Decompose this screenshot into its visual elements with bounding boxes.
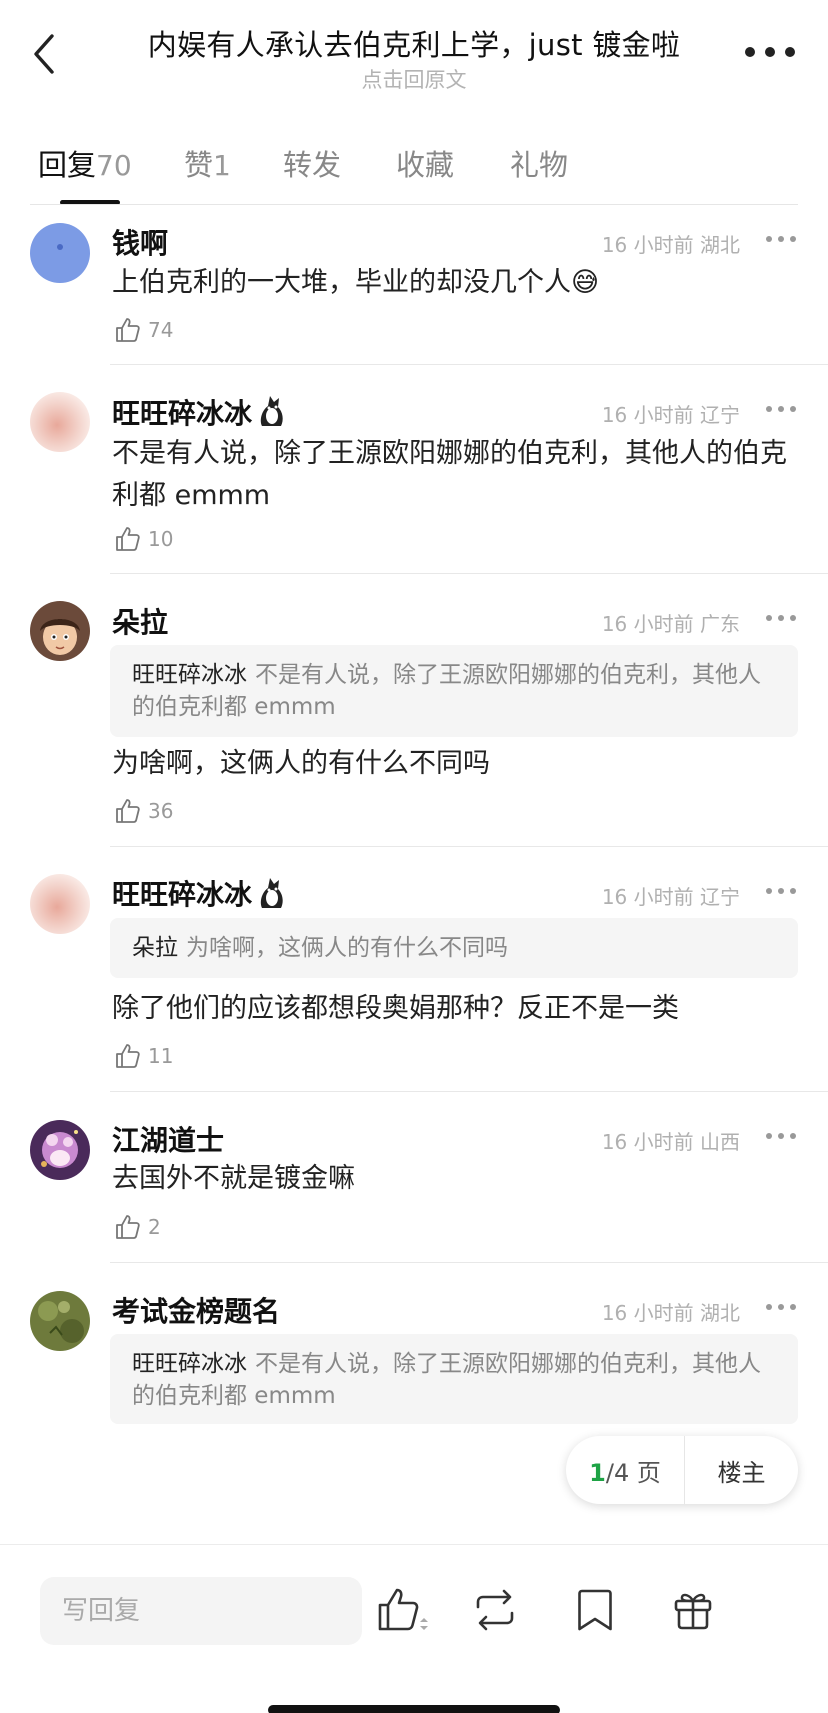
more-icon	[745, 47, 755, 57]
tab-favorites[interactable]: 收藏	[396, 142, 454, 184]
gift-icon	[674, 1593, 712, 1630]
comment-meta: 16 小时前 湖北	[601, 233, 740, 257]
comment-more-button[interactable]	[766, 1304, 796, 1312]
like-button[interactable]: 11	[114, 1042, 173, 1070]
like-count: 10	[148, 527, 174, 551]
repost-button[interactable]	[470, 1585, 520, 1635]
quoted-username: 朵拉	[132, 935, 178, 961]
comment-text: 为啥啊，这俩人的有什么不同吗	[112, 748, 490, 779]
comment-more-button[interactable]	[766, 406, 796, 414]
back-icon	[34, 34, 54, 74]
like-count: 36	[148, 799, 174, 823]
current-page: 1	[589, 1458, 606, 1487]
like-button[interactable]: 74	[114, 316, 173, 344]
home-indicator	[268, 1705, 560, 1713]
cat-badge-icon	[260, 878, 283, 908]
quoted-reply[interactable]: 旺旺碎冰冰 不是有人说，除了王源欧阳娜娜的伯克利，其他人的伯克利都 emmm	[110, 645, 798, 737]
divider	[30, 204, 798, 205]
thumb-up-icon	[116, 1044, 140, 1068]
quoted-username: 旺旺碎冰冰	[132, 662, 247, 688]
page-navigator: 1/4 页 楼主	[566, 1436, 798, 1504]
comment-text: 上伯克利的一大堆，毕业的却没几个人😅	[112, 267, 600, 298]
more-icon	[766, 1304, 772, 1310]
thumb-up-icon	[378, 1588, 428, 1631]
title-block[interactable]: 内娱有人承认去伯克利上学，just 镀金啦 点击回原文	[120, 22, 708, 94]
gift-button[interactable]	[668, 1585, 718, 1635]
username[interactable]: 钱啊	[112, 222, 168, 262]
more-icon	[766, 888, 772, 894]
divider	[110, 1262, 828, 1263]
tab-reposts[interactable]: 转发	[283, 142, 341, 184]
comment-meta: 16 小时前 山西	[601, 1130, 740, 1154]
more-icon	[766, 236, 772, 242]
bookmark-button[interactable]	[570, 1585, 620, 1635]
thumb-up-icon	[116, 527, 140, 551]
comment-meta: 16 小时前 辽宁	[601, 403, 740, 427]
avatar[interactable]	[30, 1120, 90, 1180]
repost-icon	[476, 1589, 514, 1631]
like-button[interactable]: 36	[114, 797, 173, 825]
bottom-action-bar	[0, 1544, 828, 1713]
avatar[interactable]	[30, 392, 90, 452]
comment-more-button[interactable]	[766, 888, 796, 896]
more-options-button[interactable]	[745, 34, 795, 70]
post-title: 内娱有人承认去伯克利上学，just 镀金啦	[147, 28, 681, 62]
like-button[interactable]: 10	[114, 525, 173, 553]
thumb-up-icon	[116, 1215, 140, 1239]
avatar[interactable]	[30, 223, 90, 283]
like-count: 2	[148, 1215, 161, 1239]
avatar[interactable]	[30, 874, 90, 934]
comment-text: 去国外不就是镀金嘛	[112, 1163, 355, 1194]
quoted-text: 为啥啊，这俩人的有什么不同吗	[186, 935, 508, 961]
bookmark-icon	[578, 1589, 612, 1631]
username[interactable]: 江湖道士	[112, 1119, 224, 1159]
comment-more-button[interactable]	[766, 615, 796, 623]
username[interactable]: 考试金榜题名	[112, 1290, 280, 1330]
username[interactable]: 旺旺碎冰冰	[112, 873, 252, 913]
more-icon	[766, 406, 772, 412]
back-to-original-link[interactable]: 点击回原文	[120, 64, 708, 94]
avatar[interactable]	[30, 601, 90, 661]
divider	[110, 846, 828, 847]
quoted-reply[interactable]: 朵拉 为啥啊，这俩人的有什么不同吗	[110, 918, 798, 978]
page-indicator-button[interactable]: 1/4 页	[566, 1453, 684, 1488]
divider	[110, 573, 828, 574]
avatar[interactable]	[30, 1291, 90, 1351]
comment-more-button[interactable]	[766, 236, 796, 244]
thumb-up-icon	[116, 799, 140, 823]
comment-text: 不是有人说，除了王源欧阳娜娜的伯克利，其他人的伯克利都 emmm	[112, 438, 787, 511]
comment-text: 除了他们的应该都想段奥娟那种？反正不是一类	[112, 993, 679, 1024]
tab-bar: 回复70 赞1 转发 收藏 礼物	[0, 138, 828, 208]
reply-input[interactable]	[40, 1577, 362, 1645]
comment-meta: 16 小时前 湖北	[601, 1301, 740, 1325]
more-icon	[766, 615, 772, 621]
tab-gifts[interactable]: 礼物	[510, 142, 568, 184]
cat-badge-icon	[260, 396, 283, 426]
divider	[110, 364, 828, 365]
like-count: 11	[148, 1044, 174, 1068]
comment-meta: 16 小时前 辽宁	[601, 885, 740, 909]
quoted-username: 旺旺碎冰冰	[132, 1351, 247, 1377]
quoted-reply[interactable]: 旺旺碎冰冰 不是有人说，除了王源欧阳娜娜的伯克利，其他人的伯克利都 emmm	[110, 1334, 798, 1424]
more-icon	[766, 1133, 772, 1139]
back-button[interactable]	[28, 28, 64, 78]
tab-likes[interactable]: 赞1	[184, 142, 231, 184]
username[interactable]: 旺旺碎冰冰	[112, 392, 252, 432]
only-op-button[interactable]: 楼主	[685, 1453, 798, 1488]
thumb-up-icon	[116, 318, 140, 342]
divider	[110, 1091, 828, 1092]
comment-more-button[interactable]	[766, 1133, 796, 1141]
total-pages: /4 页	[605, 1458, 661, 1487]
tab-replies[interactable]: 回复70	[38, 142, 132, 184]
username[interactable]: 朵拉	[112, 601, 168, 641]
top-nav-bar: 内娱有人承认去伯克利上学，just 镀金啦 点击回原文	[0, 0, 828, 110]
like-button[interactable]: 2	[114, 1213, 161, 1241]
comment-meta: 16 小时前 广东	[601, 612, 740, 636]
like-post-button[interactable]	[376, 1585, 428, 1635]
like-count: 74	[148, 318, 174, 342]
